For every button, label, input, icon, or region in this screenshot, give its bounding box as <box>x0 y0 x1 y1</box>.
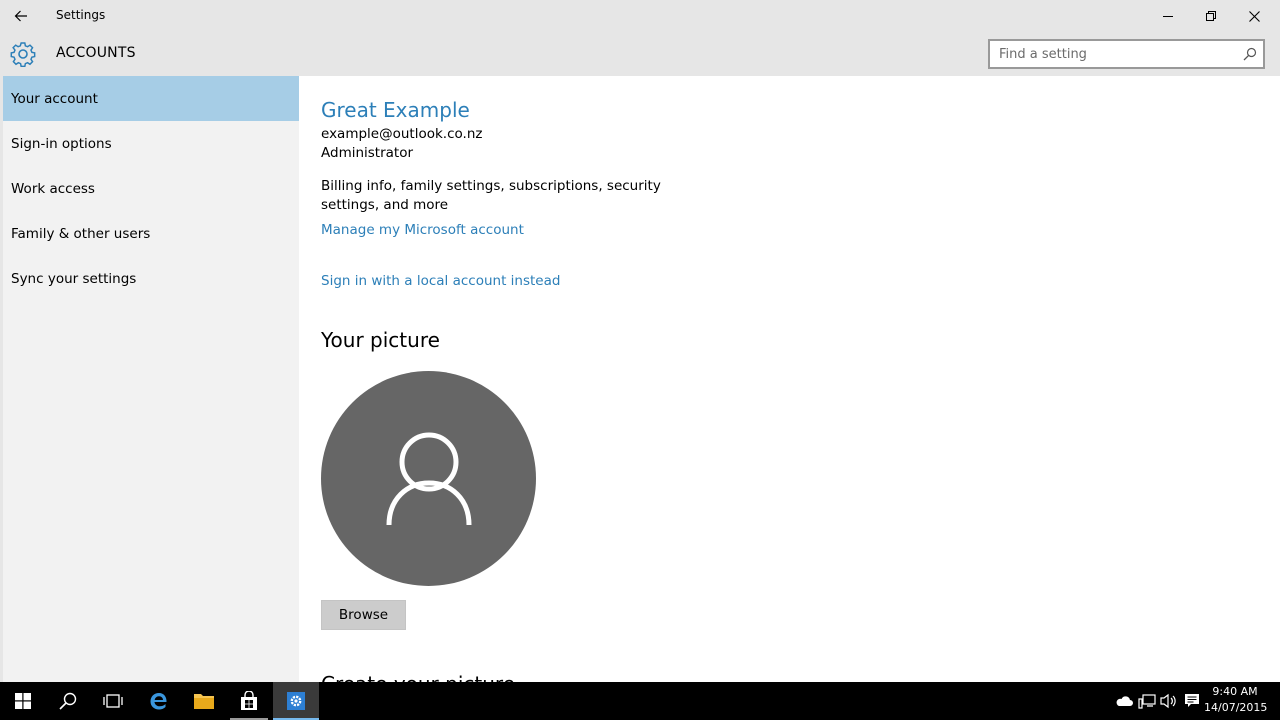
clock-time: 9:40 AM <box>1212 685 1258 698</box>
clock-date: 14/07/2015 <box>1204 701 1268 714</box>
your-picture-heading: Your picture <box>321 328 440 352</box>
browse-button[interactable]: Browse <box>321 600 406 630</box>
taskbar: 9:40 AM 14/07/2015 <box>0 682 1280 720</box>
task-view-button[interactable] <box>90 682 136 720</box>
edge-browser-button[interactable] <box>136 682 182 720</box>
sidebar-item-sign-in-options[interactable]: Sign-in options <box>3 121 299 166</box>
search-icon[interactable] <box>1243 47 1257 61</box>
sidebar-item-label: Family & other users <box>11 225 151 242</box>
account-email: example@outlook.co.nz <box>321 126 483 142</box>
sidebar: Your account Sign-in options Work access… <box>0 76 299 682</box>
sidebar-item-sync-settings[interactable]: Sync your settings <box>3 256 299 301</box>
restore-icon <box>1206 11 1216 21</box>
sidebar-item-work-access[interactable]: Work access <box>3 166 299 211</box>
settings-app-button[interactable] <box>273 682 319 720</box>
windows-logo-icon <box>15 693 31 709</box>
account-name: Great Example <box>321 98 470 122</box>
volume-icon[interactable] <box>1159 691 1179 711</box>
gear-icon <box>287 692 305 710</box>
window-title: Settings <box>56 8 106 22</box>
manage-microsoft-account-link[interactable]: Manage my Microsoft account <box>321 222 524 238</box>
search-taskbar-button[interactable] <box>45 682 91 720</box>
minimize-icon <box>1163 16 1173 17</box>
back-arrow-icon <box>14 10 27 22</box>
section-title: ACCOUNTS <box>56 45 136 61</box>
billing-description: Billing info, family settings, subscript… <box>321 178 661 213</box>
search-input[interactable] <box>990 41 1230 67</box>
onedrive-icon[interactable] <box>1114 691 1134 711</box>
edge-icon <box>150 693 167 710</box>
restore-button[interactable] <box>1189 0 1233 32</box>
search-box[interactable] <box>988 39 1265 69</box>
sidebar-item-your-account[interactable]: Your account <box>3 76 299 121</box>
create-picture-heading: Create your picture <box>321 672 515 682</box>
store-button[interactable] <box>226 682 272 720</box>
clock[interactable]: 9:40 AM 14/07/2015 <box>1204 684 1268 716</box>
settings-header: ACCOUNTS <box>0 32 1280 76</box>
folder-icon <box>194 694 214 709</box>
sidebar-item-family-other-users[interactable]: Family & other users <box>3 211 299 256</box>
sidebar-item-label: Work access <box>11 180 95 197</box>
sidebar-item-label: Sign-in options <box>11 135 112 152</box>
gear-icon <box>10 42 36 67</box>
avatar <box>321 371 536 586</box>
store-bag-icon <box>241 691 257 710</box>
account-role: Administrator <box>321 145 414 161</box>
network-icon[interactable] <box>1137 691 1157 711</box>
file-explorer-button[interactable] <box>181 682 227 720</box>
close-button[interactable] <box>1232 0 1276 32</box>
back-button[interactable] <box>6 3 36 29</box>
sidebar-item-label: Your account <box>11 90 98 107</box>
sidebar-item-label: Sync your settings <box>11 270 137 287</box>
start-button[interactable] <box>0 682 46 720</box>
task-view-icon <box>103 694 123 708</box>
search-icon <box>59 692 77 710</box>
title-bar: Settings <box>0 0 1280 32</box>
main-content: Great Example example@outlook.co.nz Admi… <box>299 76 1280 682</box>
action-center-icon[interactable] <box>1182 691 1202 711</box>
close-icon <box>1248 10 1260 22</box>
minimize-button[interactable] <box>1146 0 1190 32</box>
user-icon <box>386 432 471 525</box>
sign-in-local-account-link[interactable]: Sign in with a local account instead <box>321 273 560 289</box>
